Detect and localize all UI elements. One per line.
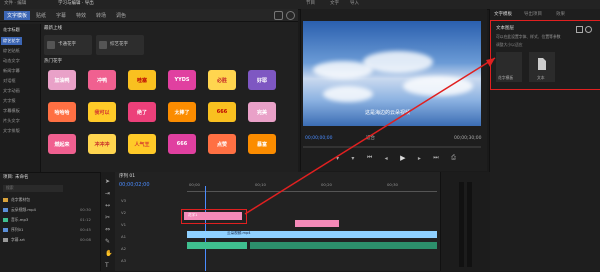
annotation-arrow (244, 57, 496, 215)
